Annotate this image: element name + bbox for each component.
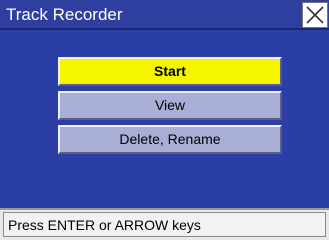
window-title: Track Recorder xyxy=(6,5,123,24)
status-panel: Press ENTER or ARROW keys xyxy=(3,212,326,237)
start-button[interactable]: Start xyxy=(58,57,282,86)
title-bar: Track Recorder xyxy=(0,0,329,30)
delete-rename-button[interactable]: Delete, Rename xyxy=(58,125,282,154)
view-button[interactable]: View xyxy=(58,91,282,120)
status-bar: Press ENTER or ARROW keys xyxy=(0,208,329,240)
menu-area: Start View Delete, Rename xyxy=(0,30,329,208)
track-recorder-screen: Track Recorder Start View Delete, Rename… xyxy=(0,0,329,240)
close-icon xyxy=(306,6,324,24)
status-text: Press ENTER or ARROW keys xyxy=(8,217,201,233)
close-button[interactable] xyxy=(302,2,328,28)
